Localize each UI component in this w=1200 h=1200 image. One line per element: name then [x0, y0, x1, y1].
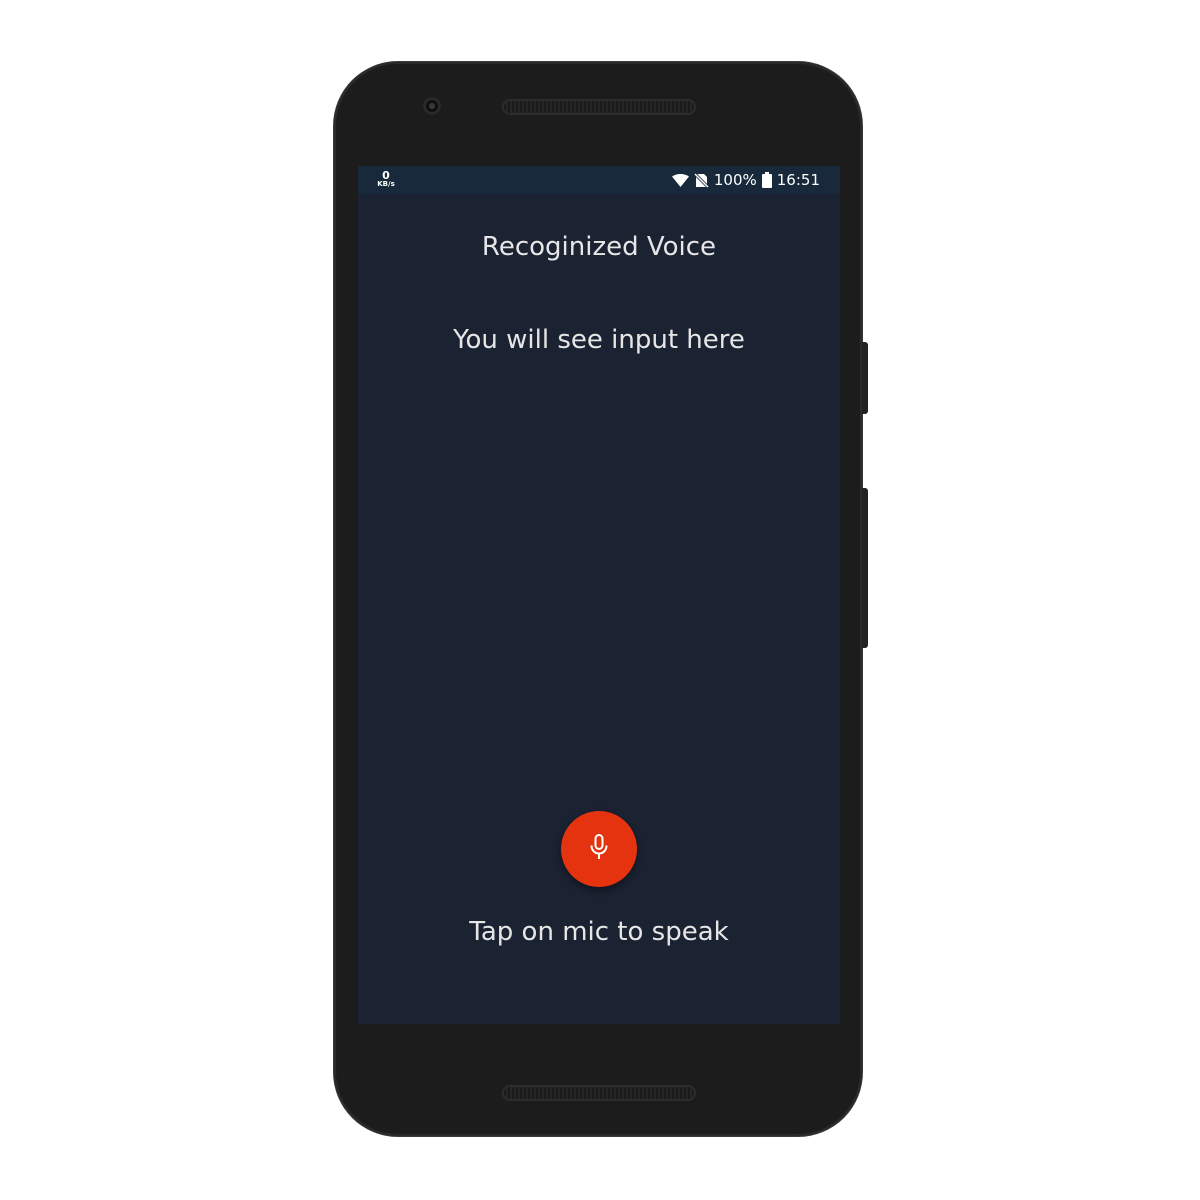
status-indicators: 100% 16:51	[671, 166, 820, 194]
page-title: Recoginized Voice	[481, 232, 717, 262]
recognized-text: You will see input here	[453, 325, 745, 355]
network-speed-unit: KB/s	[377, 180, 395, 188]
mic-button[interactable]	[561, 811, 637, 887]
battery-icon	[761, 172, 772, 188]
wifi-icon	[671, 173, 689, 187]
microphone-icon	[589, 834, 609, 864]
status-bar: 0 KB/s 100% 16:51	[358, 166, 840, 194]
app-screen: 0 KB/s 100% 16:51 Recoginized Voice You …	[358, 166, 840, 1024]
network-speed-indicator: 0 KB/s	[374, 170, 398, 188]
bottom-speaker	[502, 1085, 696, 1101]
volume-buttons[interactable]	[862, 488, 868, 648]
earpiece-speaker	[502, 99, 696, 115]
clock: 16:51	[776, 171, 820, 189]
no-sim-icon	[693, 172, 709, 188]
power-button[interactable]	[862, 342, 868, 414]
mic-hint-text: Tap on mic to speak	[469, 917, 729, 947]
battery-percent: 100%	[713, 171, 757, 189]
front-camera	[423, 97, 441, 115]
